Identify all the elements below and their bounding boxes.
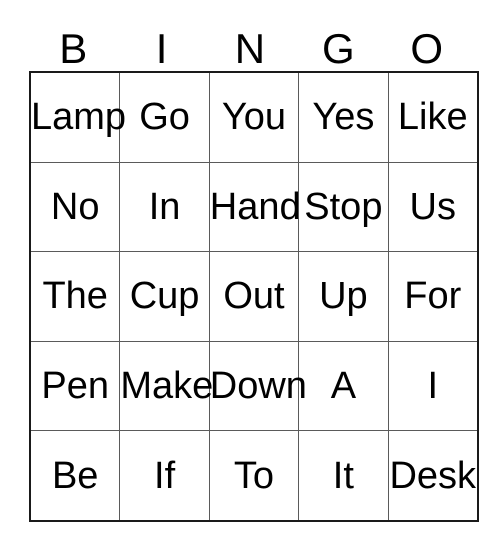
bingo-cell[interactable]: To (208, 430, 300, 522)
bingo-header-letter-i: I (155, 25, 168, 72)
bingo-cell[interactable]: Like (387, 71, 479, 163)
bingo-cell[interactable]: Hand (208, 161, 301, 253)
bingo-header-letter-b: B (59, 25, 88, 72)
bingo-cell[interactable]: It (298, 430, 389, 522)
bingo-cell[interactable]: Be (29, 430, 121, 522)
bingo-header-letter-o: O (410, 25, 444, 72)
bingo-header-letter-g: G (322, 25, 355, 72)
bingo-cell[interactable]: You (208, 71, 300, 163)
bingo-cell[interactable]: If (119, 430, 210, 522)
bingo-cell[interactable]: Us (387, 161, 479, 253)
bingo-cell[interactable]: Up (298, 251, 389, 342)
bingo-cell[interactable]: No (29, 161, 121, 253)
bingo-cell[interactable]: I (387, 340, 479, 432)
bingo-cell[interactable]: Desk (387, 430, 479, 522)
bingo-cell[interactable]: Out (208, 251, 300, 342)
bingo-row: The Cup Out Up For (29, 251, 479, 342)
bingo-header-row: B I N G O (29, 18, 471, 71)
bingo-cell[interactable]: The (29, 251, 121, 342)
bingo-grid: Lamp Go You Yes Like No In Hand Stop Us … (29, 71, 479, 522)
bingo-row: Be If To It Desk (29, 430, 479, 522)
bingo-row: Pen Make Down A I (29, 340, 479, 432)
bingo-cell[interactable]: Cup (119, 251, 210, 342)
bingo-card: B I N G O Lamp Go You Yes Like No In Han… (29, 18, 479, 522)
bingo-row: No In Hand Stop Us (29, 161, 479, 253)
bingo-cell[interactable]: Make (119, 340, 213, 432)
bingo-cell[interactable]: For (387, 251, 479, 342)
bingo-cell[interactable]: Down (208, 340, 307, 432)
bingo-cell[interactable]: Lamp (29, 71, 126, 163)
bingo-cell[interactable]: Yes (298, 71, 389, 163)
bingo-cell[interactable]: Stop (298, 161, 389, 253)
bingo-cell[interactable]: Pen (29, 340, 121, 432)
bingo-cell[interactable]: Go (119, 71, 210, 163)
bingo-cell[interactable]: In (119, 161, 210, 253)
bingo-cell[interactable]: A (298, 340, 389, 432)
bingo-row: Lamp Go You Yes Like (29, 71, 479, 163)
bingo-header-letter-n: N (234, 25, 266, 72)
